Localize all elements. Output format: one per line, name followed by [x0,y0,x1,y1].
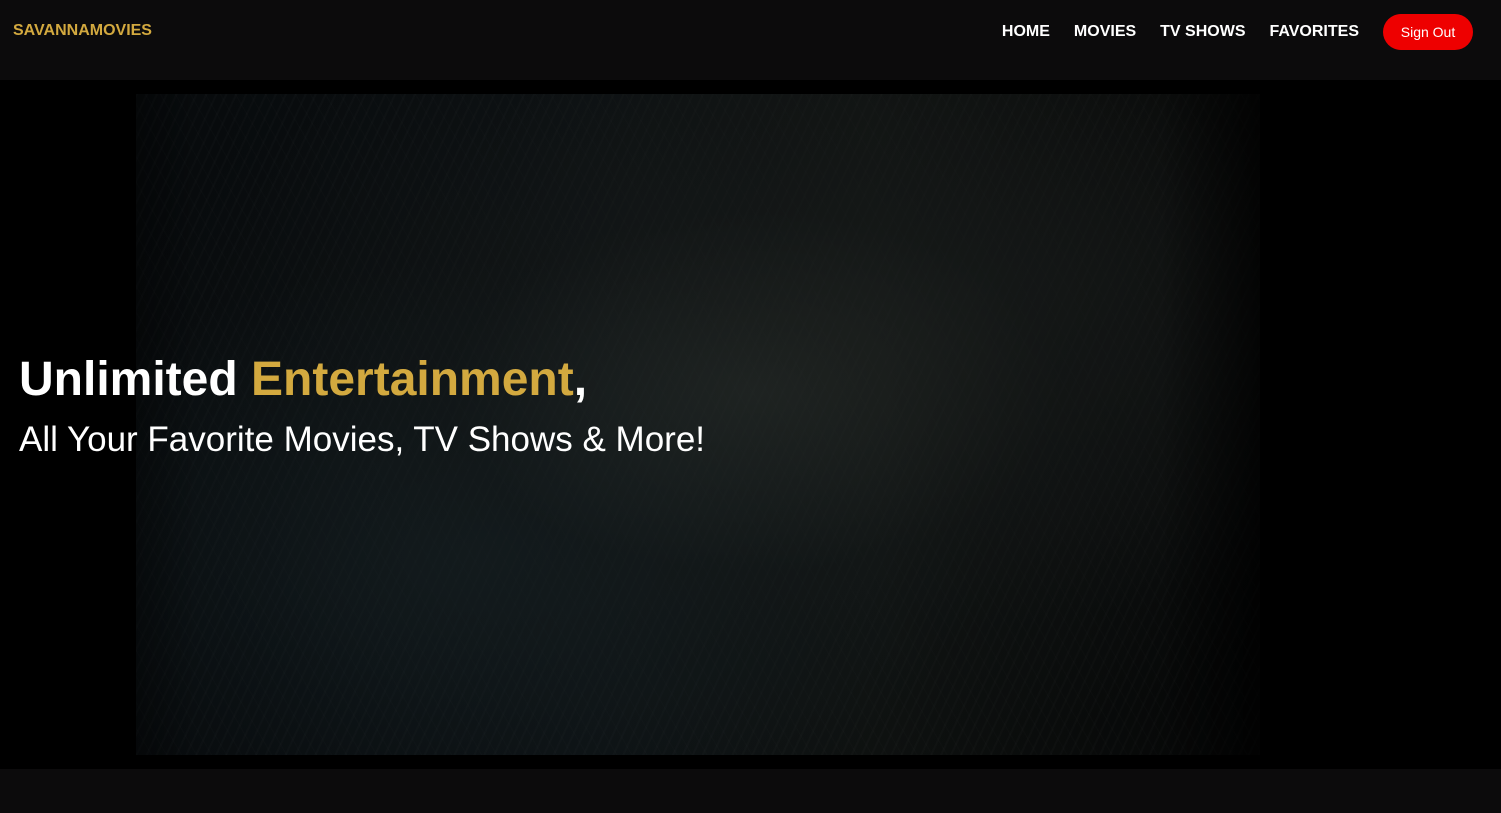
nav-item-movies[interactable]: MOVIES [1074,23,1136,41]
brand-logo[interactable]: SAVANNAMOVIES [13,22,152,40]
nav-links: HOME MOVIES TV SHOWS FAVORITES Sign Out [1002,14,1473,50]
nav-item-favorites[interactable]: FAVORITES [1270,23,1360,41]
hero-headline-part2: , [573,353,588,406]
hero-banner: Unlimited Entertainment, All Your Favori… [0,80,1501,769]
hero-headline: Unlimited Entertainment, [19,352,587,408]
nav-item-tv-shows[interactable]: TV SHOWS [1160,23,1245,41]
hero-headline-part1: Unlimited [19,353,252,406]
nav-item-home[interactable]: HOME [1002,23,1050,41]
hero-subline: All Your Favorite Movies, TV Shows & Mor… [19,420,706,459]
sign-out-button[interactable]: Sign Out [1383,14,1473,50]
top-navbar: SAVANNAMOVIES HOME MOVIES TV SHOWS FAVOR… [0,0,1501,80]
hero-fade-right [1160,94,1260,755]
content-area-below-hero [0,769,1501,813]
hero-headline-accent: Entertainment [251,353,574,406]
